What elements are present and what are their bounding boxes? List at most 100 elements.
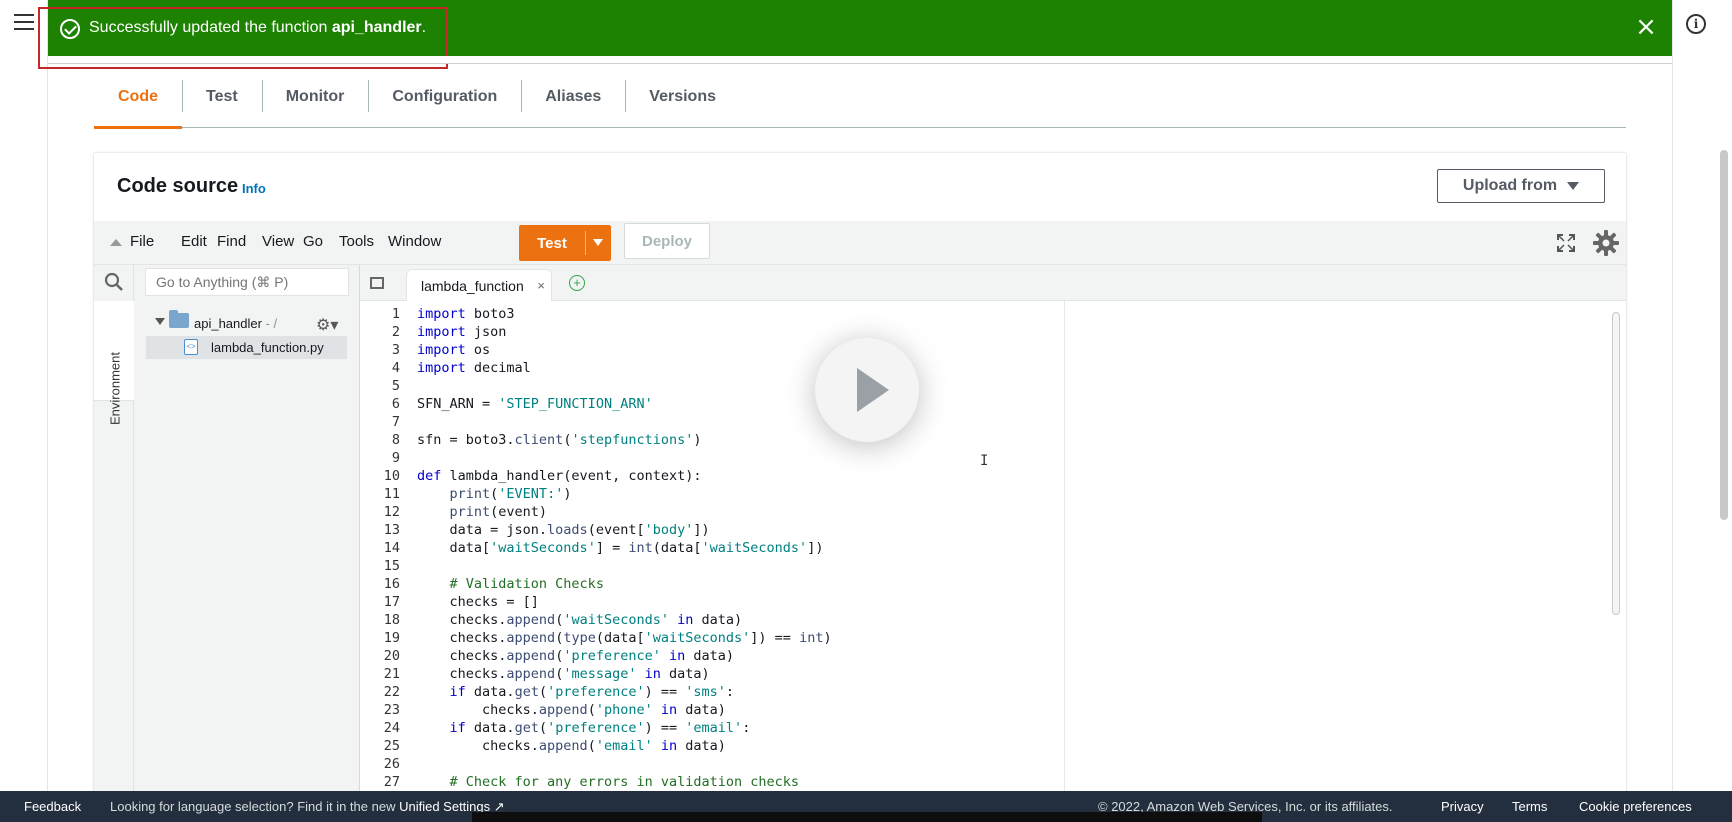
test-button-label: Test [537,234,567,252]
preferences-gear-icon[interactable] [1592,229,1620,257]
code-line[interactable] [417,377,1057,395]
code-line[interactable]: checks.append('phone' in data) [417,701,1057,719]
hamburger-menu-icon[interactable] [14,14,34,32]
search-icon[interactable] [104,272,124,292]
code-token: (data[ [652,540,702,556]
flash-function-name: api_handler [331,19,422,36]
code-line[interactable] [417,557,1057,575]
upload-from-button[interactable]: Upload from [1437,169,1605,203]
code-token: import [417,306,466,322]
code-line[interactable]: import decimal [417,359,1057,377]
line-number: 13 [383,522,400,538]
code-token: get [514,684,539,700]
menu-edit[interactable]: Edit [181,233,207,250]
code-line[interactable]: checks.append('waitSeconds' in data) [417,611,1057,629]
video-play-icon[interactable] [815,338,919,442]
code-token: ( [538,720,548,736]
editor-scrollbar[interactable] [1612,312,1620,615]
code-line[interactable]: checks = [] [417,593,1057,611]
feedback-link[interactable]: Feedback [24,799,81,814]
text-cursor-icon: I [980,453,989,469]
tab-test[interactable]: Test [182,76,262,128]
tree-folder-row[interactable]: api_handler - / [194,316,277,331]
code-line[interactable]: if data.get('preference') == 'email': [417,719,1057,737]
code-token: checks. [417,612,507,628]
environment-tab[interactable]: Environment [94,301,134,425]
code-token: ) == [644,684,686,700]
code-line[interactable]: sfn = boto3.client('stepfunctions') [417,431,1057,449]
tab-label: Versions [649,88,716,105]
menu-file[interactable]: File [130,233,154,250]
tree-settings-gear-icon[interactable]: ⚙▾ [316,315,338,335]
code-token: 'sms' [685,684,726,700]
code-token: ]) [693,522,710,538]
info-icon[interactable]: i [1686,14,1706,34]
terms-link[interactable]: Terms [1512,799,1547,814]
code-line[interactable]: # Check for any errors in validation che… [417,773,1057,791]
editor-tab-lambda-function[interactable]: lambda_function × [406,269,552,301]
collapse-toolbar-icon[interactable] [110,239,122,246]
tab-configuration[interactable]: Configuration [368,76,521,128]
code-line[interactable]: if data.get('preference') == 'sms': [417,683,1057,701]
cookie-preferences-link[interactable]: Cookie preferences [1579,799,1692,814]
code-token: type [563,630,596,646]
menu-find[interactable]: Find [217,233,246,250]
code-line[interactable] [417,755,1057,773]
tab-versions[interactable]: Versions [625,76,740,128]
code-token: data) [677,738,726,754]
code-token: # Check for any errors in validation che… [449,774,800,790]
tab-label: Test [206,88,238,105]
menu-go[interactable]: Go [303,233,323,250]
tree-file-name[interactable]: lambda_function.py [211,340,324,355]
code-line[interactable]: checks.append('message' in data) [417,665,1057,683]
code-token: def [417,468,442,484]
tab-code[interactable]: Code [94,76,182,129]
code-line[interactable]: import json [417,323,1057,341]
go-to-anything-input[interactable] [145,268,349,296]
code-line[interactable]: import os [417,341,1057,359]
code-line[interactable]: checks.append(type(data['waitSeconds']) … [417,629,1057,647]
code-line[interactable]: print(event) [417,503,1057,521]
code-line[interactable]: print('EVENT:') [417,485,1057,503]
page-scrollbar[interactable] [1720,150,1728,520]
line-number: 6 [391,396,400,412]
code-line[interactable]: checks.append('email' in data) [417,737,1057,755]
code-line[interactable]: # Validation Checks [417,575,1057,593]
line-number: 21 [383,666,400,682]
line-number: 10 [383,468,400,484]
code-token: append [538,738,588,754]
code-line[interactable]: import boto3 [417,305,1057,323]
menu-view[interactable]: View [262,233,294,250]
privacy-link[interactable]: Privacy [1441,799,1484,814]
deploy-button[interactable]: Deploy [624,223,710,259]
line-number: 25 [383,738,400,754]
tabs-list-icon[interactable] [370,277,384,289]
code-line[interactable]: SFN_ARN = 'STEP_FUNCTION_ARN' [417,395,1057,413]
fullscreen-icon[interactable] [1556,233,1576,253]
code-line[interactable]: checks.append('preference' in data) [417,647,1057,665]
add-tab-icon[interactable]: + [569,275,585,291]
test-button[interactable]: Test [519,225,611,261]
code-line[interactable]: data['waitSeconds'] = int(data['waitSeco… [417,539,1057,557]
menu-tools[interactable]: Tools [339,233,374,250]
code-line[interactable] [417,449,1057,467]
code-source-title: Code source [117,175,239,197]
close-tab-icon[interactable]: × [537,270,545,302]
code-line[interactable]: data = json.loads(event['body']) [417,521,1057,539]
code-token: 'waitSeconds' [563,612,669,628]
info-link[interactable]: Info [242,181,266,196]
menu-window[interactable]: Window [388,233,441,250]
close-icon[interactable]: × [1632,14,1660,42]
line-number: 8 [391,432,400,448]
test-dropdown-icon[interactable] [593,239,603,246]
code-line[interactable]: def lambda_handler(event, context): [417,467,1057,485]
code-line[interactable] [417,413,1057,431]
tab-monitor[interactable]: Monitor [261,76,369,128]
environment-rail: Environment [94,265,134,822]
code-lines[interactable]: import boto3 import json import os import d… [417,305,1057,791]
folder-expand-icon[interactable] [155,318,165,325]
line-number: 23 [383,702,400,718]
code-token: checks. [417,702,539,718]
tab-aliases[interactable]: Aliases [521,76,625,128]
